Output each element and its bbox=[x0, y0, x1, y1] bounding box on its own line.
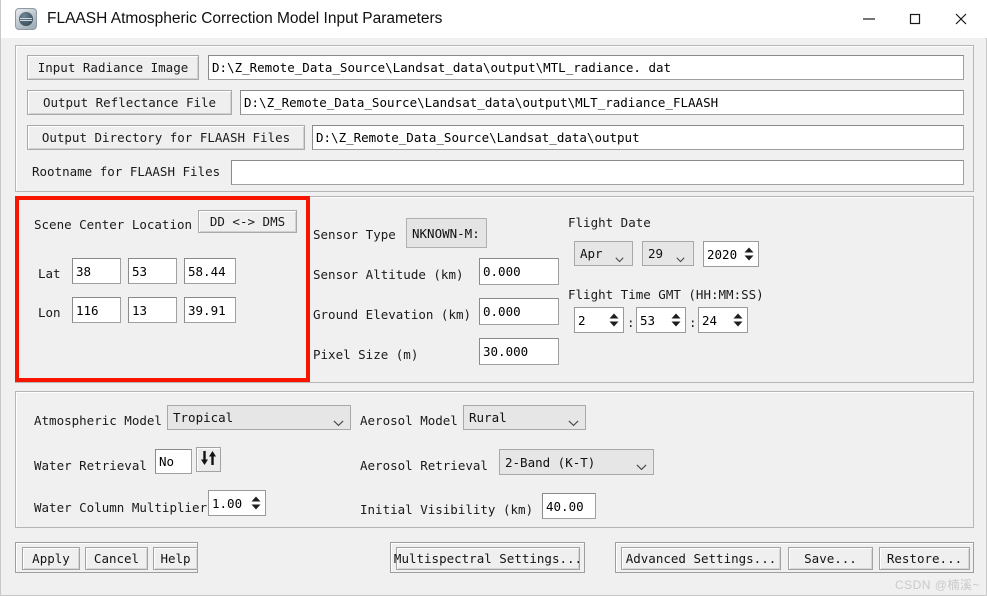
advanced-settings-button[interactable]: Advanced Settings... bbox=[621, 547, 781, 570]
flight-second-spinner[interactable]: 24 bbox=[698, 307, 748, 333]
spinner-up-down-icon[interactable] bbox=[732, 312, 744, 328]
chevron-down-icon bbox=[676, 251, 685, 262]
rootname-field[interactable] bbox=[231, 160, 964, 185]
lat-minutes-field[interactable]: 53 bbox=[128, 258, 177, 284]
aerosol-retrieval-value: 2-Band (K-T) bbox=[505, 454, 596, 470]
cancel-button[interactable]: Cancel bbox=[85, 547, 148, 570]
multispectral-settings-group: Multispectral Settings... bbox=[390, 542, 585, 573]
flight-date-label: Flight Date bbox=[568, 215, 651, 230]
aerosol-model-combo[interactable]: Rural bbox=[463, 405, 586, 430]
pixel-size-label: Pixel Size (m) bbox=[313, 347, 419, 362]
files-panel: Input Radiance Image D:\Z_Remote_Data_So… bbox=[15, 45, 974, 192]
atmospheric-model-combo[interactable]: Tropical bbox=[167, 405, 351, 430]
sensor-altitude-label: Sensor Altitude (km) bbox=[313, 267, 464, 282]
up-down-arrows-icon bbox=[200, 450, 217, 470]
aerosol-retrieval-label: Aerosol Retrieval bbox=[360, 458, 488, 473]
pixel-size-field[interactable]: 30.000 bbox=[479, 338, 559, 365]
spinner-up-down-icon[interactable] bbox=[670, 312, 682, 328]
initial-visibility-field[interactable]: 40.00 bbox=[542, 493, 596, 519]
input-radiance-image-button[interactable]: Input Radiance Image bbox=[27, 55, 199, 80]
spinner-up-down-icon[interactable] bbox=[608, 312, 620, 328]
lon-minutes-field[interactable]: 13 bbox=[128, 297, 177, 323]
multispectral-settings-button[interactable]: Multispectral Settings... bbox=[394, 547, 582, 570]
lon-seconds-field[interactable]: 39.91 bbox=[184, 297, 236, 323]
lat-seconds-field[interactable]: 58.44 bbox=[184, 258, 236, 284]
flight-minute-value: 53 bbox=[640, 312, 656, 328]
scene-sensor-panel: Scene Center Location DD <-> DMS Lat 38 … bbox=[15, 196, 974, 383]
sensor-type-label: Sensor Type bbox=[313, 227, 396, 242]
flight-second-value: 24 bbox=[702, 312, 718, 328]
output-directory-field[interactable]: D:\Z_Remote_Data_Source\Landsat_data\out… bbox=[312, 125, 964, 150]
flight-hour-spinner[interactable]: 2 bbox=[574, 307, 624, 333]
help-button[interactable]: Help bbox=[153, 547, 198, 570]
aerosol-model-value: Rural bbox=[469, 410, 507, 425]
ground-elevation-field[interactable]: 0.000 bbox=[479, 298, 559, 325]
flight-day-combo[interactable]: 29 bbox=[642, 241, 694, 266]
minimize-icon[interactable] bbox=[846, 0, 892, 38]
water-retrieval-field[interactable]: No bbox=[155, 449, 192, 474]
app-globe-icon bbox=[15, 8, 37, 30]
flight-month-value: Apr bbox=[580, 246, 603, 261]
output-reflectance-file-button[interactable]: Output Reflectance File bbox=[27, 90, 232, 115]
csdn-watermark: CSDN @楠溪~ bbox=[894, 578, 980, 592]
water-column-multiplier-value: 1.00 bbox=[212, 495, 243, 511]
lon-label: Lon bbox=[38, 305, 61, 320]
primary-actions-group: Apply Cancel Help bbox=[15, 542, 198, 573]
initial-visibility-label: Initial Visibility (km) bbox=[360, 502, 534, 517]
chevron-down-icon bbox=[568, 415, 579, 426]
aerosol-model-label: Aerosol Model bbox=[360, 413, 458, 428]
flight-minute-spinner[interactable]: 53 bbox=[636, 307, 686, 333]
close-icon[interactable] bbox=[938, 0, 984, 38]
sensor-type-combo[interactable]: NKNOWN-M: bbox=[406, 218, 487, 248]
chevron-down-icon bbox=[636, 459, 647, 471]
atmosphere-panel: Atmospheric Model Tropical Water Retriev… bbox=[15, 391, 974, 528]
dd-dms-toggle-button[interactable]: DD <-> DMS bbox=[198, 210, 297, 233]
chevron-down-icon bbox=[615, 251, 624, 262]
flight-time-label: Flight Time GMT (HH:MM:SS) bbox=[568, 287, 764, 302]
title-bar: FLAASH Atmospheric Correction Model Inpu… bbox=[1, 0, 987, 38]
window-controls bbox=[846, 0, 984, 38]
atmospheric-model-label: Atmospheric Model bbox=[34, 413, 162, 428]
window-title: FLAASH Atmospheric Correction Model Inpu… bbox=[47, 10, 443, 27]
scene-center-location-label: Scene Center Location bbox=[34, 217, 193, 232]
flight-hour-value: 2 bbox=[578, 312, 586, 328]
time-separator-2: : bbox=[689, 315, 697, 330]
lat-degrees-field[interactable]: 38 bbox=[72, 258, 121, 284]
restore-button[interactable]: Restore... bbox=[879, 547, 970, 570]
output-directory-button[interactable]: Output Directory for FLAASH Files bbox=[27, 125, 305, 150]
rootname-label: Rootname for FLAASH Files bbox=[32, 164, 221, 179]
flight-year-spinner[interactable]: 2020 bbox=[703, 241, 759, 267]
output-reflectance-file-field[interactable]: D:\Z_Remote_Data_Source\Landsat_data\out… bbox=[240, 90, 964, 115]
sensor-altitude-field[interactable]: 0.000 bbox=[479, 258, 559, 285]
water-retrieval-label: Water Retrieval bbox=[34, 458, 147, 473]
aerosol-retrieval-combo[interactable]: 2-Band (K-T) bbox=[499, 449, 654, 475]
spinner-up-down-icon[interactable] bbox=[743, 246, 755, 262]
ground-elevation-label: Ground Elevation (km) bbox=[313, 307, 472, 322]
water-column-multiplier-spinner[interactable]: 1.00 bbox=[208, 490, 266, 516]
flight-year-value: 2020 bbox=[707, 246, 738, 262]
atmospheric-model-value: Tropical bbox=[173, 410, 234, 425]
save-button[interactable]: Save... bbox=[788, 547, 873, 570]
flaash-dialog-window: FLAASH Atmospheric Correction Model Inpu… bbox=[0, 0, 987, 596]
maximize-icon[interactable] bbox=[892, 0, 938, 38]
water-column-multiplier-label: Water Column Multiplier bbox=[34, 500, 208, 515]
flight-day-value: 29 bbox=[648, 246, 664, 261]
input-radiance-image-field[interactable]: D:\Z_Remote_Data_Source\Landsat_data\out… bbox=[208, 55, 964, 80]
secondary-actions-group: Advanced Settings... Save... Restore... bbox=[615, 542, 974, 573]
time-separator-1: : bbox=[627, 315, 635, 330]
chevron-down-icon bbox=[333, 415, 344, 426]
water-retrieval-toggle-button[interactable] bbox=[196, 447, 221, 472]
apply-button[interactable]: Apply bbox=[22, 547, 80, 570]
flight-month-combo[interactable]: Apr bbox=[574, 241, 633, 266]
lat-label: Lat bbox=[38, 266, 61, 281]
spinner-up-down-icon[interactable] bbox=[250, 495, 262, 511]
lon-degrees-field[interactable]: 116 bbox=[72, 297, 121, 323]
